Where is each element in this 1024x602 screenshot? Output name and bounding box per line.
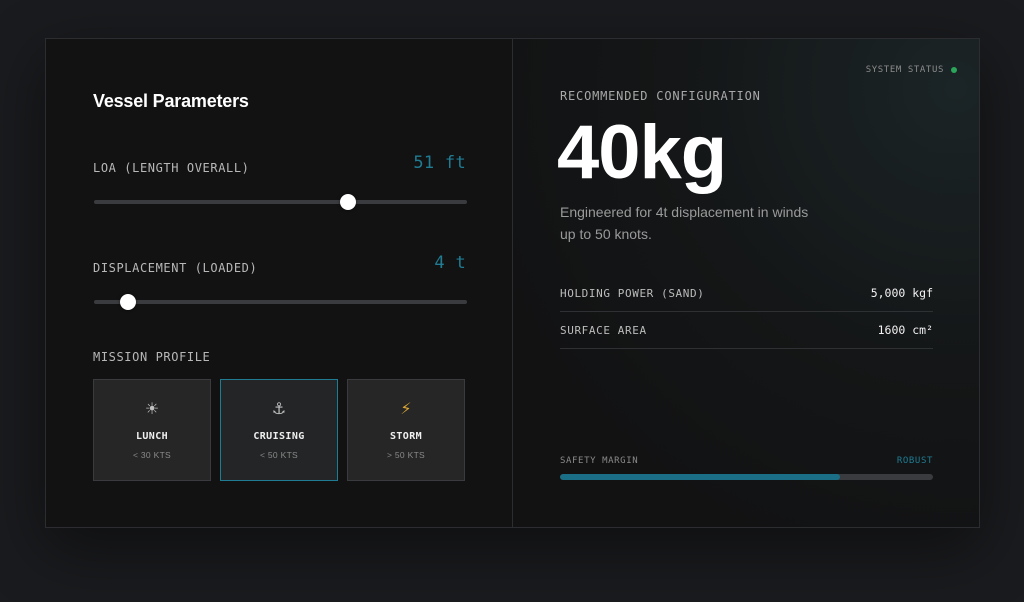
profile-name: LUNCH — [135, 431, 169, 442]
sun-icon: ☀ — [144, 401, 160, 418]
configurator-card: Vessel Parameters LOA (LENGTH OVERALL) 5… — [45, 38, 980, 528]
anchor-icon: ⚓ — [271, 401, 287, 418]
loa-label: LOA (LENGTH OVERALL) — [93, 161, 250, 175]
safety-margin-fill — [560, 474, 840, 480]
spec-key: HOLDING POWER (SAND) — [560, 286, 705, 300]
recommended-label: RECOMMENDED CONFIGURATION — [560, 89, 761, 103]
system-status-label: SYSTEM STATUS — [865, 65, 944, 75]
spec-value: 5,000 kgf — [870, 286, 933, 300]
profile-option-storm[interactable]: ⚡ STORM > 50 KTS — [347, 379, 465, 481]
vessel-parameters-panel: Vessel Parameters LOA (LENGTH OVERALL) 5… — [46, 39, 513, 527]
profile-range: < 50 KTS — [259, 450, 299, 460]
safety-margin-value: ROBUST — [896, 456, 933, 466]
profile-range: > 50 KTS — [386, 450, 426, 460]
displacement-slider[interactable] — [94, 294, 467, 310]
spec-key: SURFACE AREA — [560, 323, 647, 337]
displacement-slider-thumb[interactable] — [119, 294, 136, 310]
displacement-label: DISPLACEMENT (LOADED) — [93, 261, 258, 275]
displacement-value: 4 t — [434, 253, 466, 273]
spec-row-holding-power: HOLDING POWER (SAND) 5,000 kgf — [560, 275, 933, 312]
profile-name: STORM — [389, 431, 423, 442]
mission-profile-label: MISSION PROFILE — [93, 350, 211, 364]
safety-margin-bar — [560, 474, 933, 480]
recommended-value: 40kg — [557, 110, 727, 195]
profile-option-cruising[interactable]: ⚓ CRUISING < 50 KTS — [220, 379, 338, 481]
spec-value: 1600 cm² — [877, 323, 933, 337]
recommendation-panel: SYSTEM STATUS RECOMMENDED CONFIGURATION … — [513, 39, 979, 527]
loa-slider-thumb[interactable] — [339, 194, 356, 210]
spec-row-surface-area: SURFACE AREA 1600 cm² — [560, 312, 933, 349]
loa-slider[interactable] — [94, 194, 467, 210]
recommendation-description: Engineered for 4t displacement in winds … — [560, 204, 809, 242]
profile-option-lunch[interactable]: ☀ LUNCH < 30 KTS — [93, 379, 211, 481]
system-status: SYSTEM STATUS — [866, 65, 957, 75]
panel-title: Vessel Parameters — [93, 91, 249, 111]
safety-margin-label: SAFETY MARGIN — [560, 456, 639, 466]
status-indicator-icon — [951, 67, 957, 73]
profile-range: < 30 KTS — [132, 450, 172, 460]
loa-value: 51 ft — [413, 153, 466, 173]
mission-profile-options: ☀ LUNCH < 30 KTS ⚓ CRUISING < 50 KTS ⚡ S… — [93, 379, 465, 481]
profile-name: CRUISING — [253, 431, 305, 442]
lightning-icon: ⚡ — [400, 401, 412, 418]
